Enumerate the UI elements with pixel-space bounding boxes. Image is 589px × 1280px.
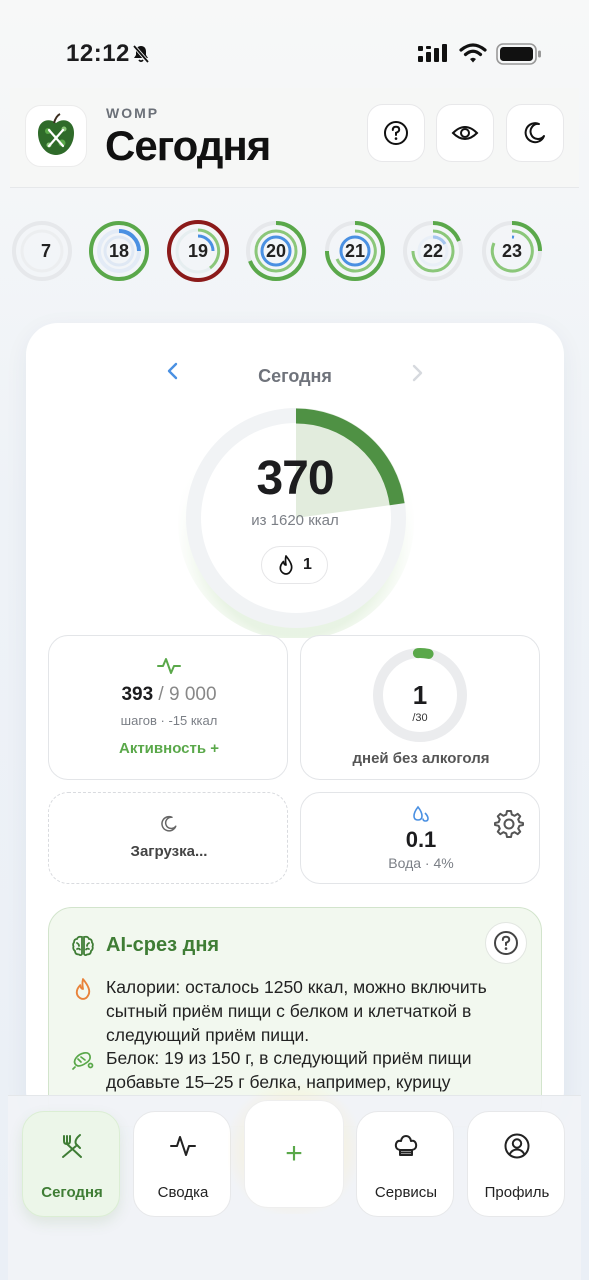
eye-icon — [451, 126, 479, 140]
status-bar: 12:12 — [0, 0, 589, 100]
theme-toggle-button[interactable] — [506, 104, 564, 162]
protein-icon — [72, 1051, 94, 1070]
next-day-button[interactable] — [410, 363, 424, 388]
gear-icon[interactable] — [494, 809, 524, 839]
day-selector: 7 18 19 20 21 22 23 — [0, 215, 589, 287]
day-item[interactable]: 21 — [323, 219, 387, 283]
fork-knife-icon — [62, 1134, 82, 1158]
help-icon — [384, 121, 408, 145]
tab-label: Сервисы — [374, 1184, 438, 1201]
tab-services[interactable]: Сервисы — [356, 1111, 454, 1217]
streak-badge[interactable]: 1 — [261, 546, 328, 584]
activity-icon — [170, 1136, 196, 1156]
day-item[interactable]: 18 — [87, 219, 151, 283]
sleep-tile[interactable]: Загрузка... — [48, 792, 288, 884]
battery-icon — [496, 43, 542, 70]
chef-hat-icon — [394, 1135, 418, 1156]
day-item[interactable]: 23 — [480, 219, 544, 283]
tab-today[interactable]: Сегодня — [22, 1111, 120, 1217]
add-button[interactable]: + — [244, 1100, 344, 1208]
calories-goal: из 1620 ккал — [251, 512, 339, 529]
help-button[interactable] — [367, 104, 425, 162]
moon-icon — [524, 122, 545, 144]
steps-value: 393 / 9 000 — [49, 684, 289, 706]
add-activity-link[interactable]: Активность + — [49, 740, 289, 757]
brain-icon — [72, 935, 94, 957]
ai-calories-line: Калории: осталось 1250 ккал, можно включ… — [106, 977, 487, 1045]
tab-profile[interactable]: Профиль — [467, 1111, 565, 1217]
chevron-right-icon — [412, 364, 423, 382]
daily-summary-card: Сегодня 370 из 1620 ккал 1 393 / 9 000 ш… — [26, 323, 564, 1127]
day-number: 7 — [40, 240, 51, 261]
app-logo — [25, 105, 87, 167]
streak-count: 1 — [303, 556, 312, 573]
water-drops-icon — [413, 805, 429, 822]
help-icon — [494, 931, 518, 955]
bell-off-icon — [131, 44, 151, 69]
alcohol-free-goal: /30 — [412, 712, 428, 724]
status-time: 12:12 — [66, 40, 130, 67]
day-item[interactable]: 7 — [10, 219, 74, 283]
alcohol-free-tile[interactable]: 1 /30 дней без алкоголя — [300, 635, 540, 780]
day-number: 21 — [344, 240, 366, 261]
ai-summary-title: AI-срез дня — [106, 934, 220, 956]
day-number: 20 — [265, 240, 287, 261]
bottom-tab-bar: Сегодня Сводка + Сервисы Профиль — [8, 1084, 581, 1280]
flame-icon — [75, 978, 91, 1000]
tab-label: Сегодня — [41, 1184, 103, 1201]
steps-subtitle: шагов · -15 ккал — [120, 713, 218, 728]
steps-goal: / 9 000 — [153, 684, 217, 705]
visibility-button[interactable] — [436, 104, 494, 162]
cellular-signal-icon — [418, 44, 448, 69]
water-tile[interactable]: 0.1 Вода · 4% — [300, 792, 540, 884]
page-title: Сегодня — [105, 122, 271, 169]
sleep-loading-text: Загрузка... — [130, 843, 208, 860]
flame-icon — [279, 555, 293, 575]
day-item-selected[interactable]: 19 — [166, 219, 230, 283]
day-number: 18 — [108, 240, 130, 261]
user-circle-icon — [504, 1133, 530, 1159]
current-date-label: Сегодня — [258, 366, 332, 386]
wifi-icon — [459, 42, 487, 69]
water-subtitle: Вода · 4% — [388, 855, 454, 871]
activity-icon — [157, 658, 181, 674]
app-header: WOMP Сегодня — [10, 88, 579, 188]
alcohol-free-label: дней без алкоголя — [352, 750, 490, 767]
day-item[interactable]: 22 — [401, 219, 465, 283]
tab-label: Профиль — [484, 1184, 550, 1201]
tab-summary[interactable]: Сводка — [133, 1111, 231, 1217]
brand-name: WOMP — [106, 105, 160, 121]
steps-tile[interactable]: 393 / 9 000 шагов · -15 ккал Активность … — [48, 635, 288, 780]
alcohol-free-days: 1 — [412, 680, 428, 710]
tab-label: Сводка — [157, 1184, 209, 1201]
ai-help-button[interactable] — [485, 922, 527, 964]
day-item[interactable]: 20 — [244, 219, 308, 283]
moon-icon — [161, 815, 177, 832]
day-number: 19 — [187, 240, 209, 261]
calories-value: 370 — [256, 452, 334, 505]
day-number: 22 — [422, 240, 444, 261]
steps-count: 393 — [121, 684, 154, 705]
day-number: 23 — [501, 240, 523, 261]
